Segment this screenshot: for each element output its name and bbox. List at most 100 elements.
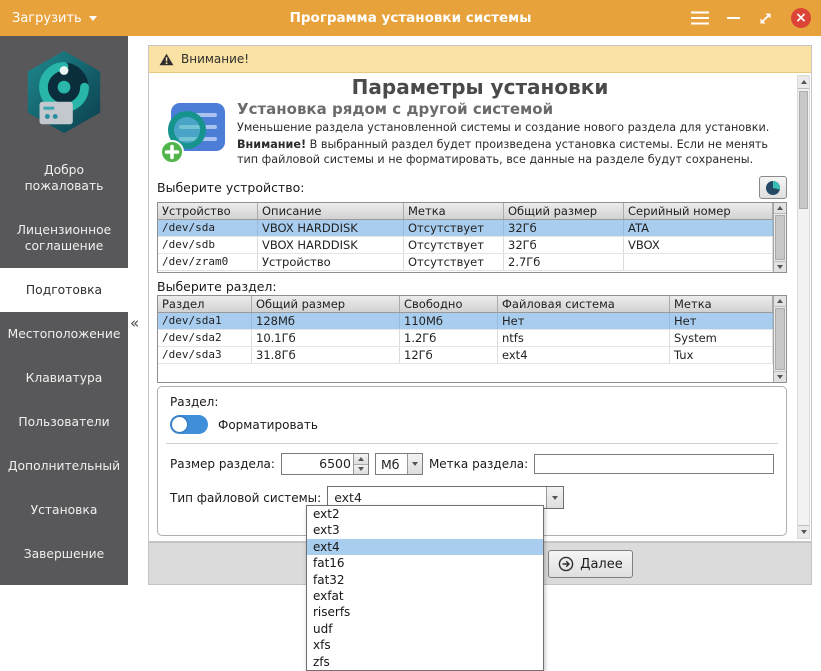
cell: /dev/zram0 (158, 254, 258, 270)
partition-select-label: Выберите раздел: (157, 279, 277, 294)
installer-window: Загрузить Программа установки системы × (0, 0, 821, 671)
cell: ext4 (498, 347, 670, 363)
sidebar-item-additional[interactable]: Дополнительный (0, 444, 128, 488)
cell (624, 254, 773, 270)
column-header-partition[interactable]: Раздел (158, 296, 252, 312)
scroll-down-icon[interactable] (798, 525, 809, 538)
warning-banner: Внимание! (149, 46, 811, 73)
size-spinner (353, 454, 368, 474)
sidebar-item-preparation[interactable]: Подготовка (0, 268, 128, 312)
fstype-label: Тип файловой системы: (170, 491, 321, 505)
partition-row-sda2[interactable]: /dev/sda2 10.1Гб 1.2Гб ntfs System (158, 330, 773, 347)
spin-up-icon[interactable] (354, 454, 368, 465)
cell: System (670, 330, 773, 346)
scrollbar-thumb[interactable] (775, 215, 785, 260)
fstype-option-fat32[interactable]: fat32 (307, 572, 543, 588)
chevron-down-icon (546, 487, 563, 508)
fstype-option-exfat[interactable]: exfat (307, 588, 543, 604)
close-button[interactable]: × (791, 8, 811, 28)
scroll-down-icon[interactable] (774, 261, 786, 272)
fstype-option-udf[interactable]: udf (307, 621, 543, 637)
column-header-size[interactable]: Общий размер (504, 203, 624, 219)
cell: VBOX HARDDISK (258, 220, 404, 236)
device-row-zram0[interactable]: /dev/zram0 Устройство Отсутствует 2.7Гб (158, 254, 773, 271)
size-unit-value: Мб (376, 457, 407, 472)
column-header-description[interactable]: Описание (258, 203, 404, 219)
fstype-option-zfs[interactable]: zfs (307, 654, 543, 670)
column-header-serial[interactable]: Серийный номер (624, 203, 773, 219)
sidebar-item-keyboard[interactable]: Клавиатура (0, 356, 128, 400)
cell: Нет (498, 313, 670, 329)
cell: Нет (670, 313, 773, 329)
sidebar-item-welcome[interactable]: Добро пожаловать (0, 148, 128, 208)
menu-icon[interactable] (691, 11, 709, 25)
sidebar-item-location[interactable]: Местоположение (0, 312, 128, 356)
hexagon-logo-icon (19, 48, 109, 138)
sidebar-item-license[interactable]: Лицензионное соглашение (0, 208, 128, 268)
column-header-label[interactable]: Метка (404, 203, 504, 219)
device-row-sdb[interactable]: /dev/sdb VBOX HARDDISK Отсутствует 32Гб … (158, 237, 773, 254)
format-toggle-label: Форматировать (218, 418, 318, 432)
expand-icon (758, 11, 773, 26)
sidebar-item-finish[interactable]: Завершение (0, 532, 128, 576)
spin-down-icon[interactable] (354, 465, 368, 475)
scrollbar-thumb[interactable] (775, 308, 785, 370)
partition-label-input[interactable] (534, 454, 774, 474)
cell: Отсутствует (404, 254, 504, 270)
device-row-sda[interactable]: /dev/sda VBOX HARDDISK Отсутствует 32Гб … (158, 220, 773, 237)
titlebar: Загрузить Программа установки системы × (0, 0, 821, 36)
next-button[interactable]: Далее (548, 550, 633, 578)
fstype-option-ext3[interactable]: ext3 (307, 522, 543, 538)
scroll-up-icon[interactable] (798, 76, 809, 89)
cell: Tux (670, 347, 773, 363)
pie-chart-icon (765, 180, 781, 196)
device-table-header: Устройство Описание Метка Общий размер С… (158, 203, 773, 220)
partition-size-input[interactable]: 6500 (281, 453, 369, 475)
sidebar-item-install[interactable]: Установка (0, 488, 128, 532)
scrollbar-thumb[interactable] (799, 91, 808, 209)
fstype-option-ext2[interactable]: ext2 (307, 506, 543, 522)
column-header-label[interactable]: Метка (670, 296, 773, 312)
minimize-button[interactable] (727, 17, 740, 20)
device-select-label: Выберите устройство: (157, 180, 305, 195)
sidebar-item-users[interactable]: Пользователи (0, 400, 128, 444)
column-header-filesystem[interactable]: Файловая система (498, 296, 670, 312)
size-unit-select[interactable]: Мб (375, 453, 423, 475)
cell: 32Гб (504, 220, 624, 236)
cell: VBOX (624, 237, 773, 253)
page-title: Параметры установки (149, 75, 811, 99)
cell: /dev/sda (158, 220, 258, 236)
close-icon: × (795, 11, 807, 25)
cell: ATA (624, 220, 773, 236)
load-menu-button[interactable]: Загрузить (12, 0, 97, 36)
warning-icon (159, 53, 174, 66)
scroll-down-icon[interactable] (774, 371, 786, 382)
sidebar-collapse-button[interactable]: « (130, 314, 139, 332)
device-table-scrollbar[interactable] (773, 203, 786, 272)
partition-row-sda1[interactable]: /dev/sda1 128Мб 110Мб Нет Нет (158, 313, 773, 330)
fstype-option-ext4[interactable]: ext4 (307, 539, 543, 555)
format-toggle[interactable] (170, 415, 208, 434)
column-header-device[interactable]: Устройство (158, 203, 258, 219)
cell: 1.2Гб (400, 330, 498, 346)
partition-label-label: Метка раздела: (429, 457, 528, 471)
content-scrollbar[interactable] (797, 75, 810, 539)
cell: 10.1Гб (252, 330, 400, 346)
divider (166, 443, 778, 444)
cell: /dev/sda2 (158, 330, 252, 346)
partition-table-scrollbar[interactable] (773, 296, 786, 382)
fstype-option-fat16[interactable]: fat16 (307, 555, 543, 571)
maximize-button[interactable] (758, 11, 773, 26)
column-header-free[interactable]: Свободно (400, 296, 498, 312)
partition-table: Раздел Общий размер Свободно Файловая си… (157, 295, 787, 383)
intro-block: Установка рядом с другой системой Уменьш… (157, 100, 789, 169)
partition-row-sda3[interactable]: /dev/sda3 31.8Гб 12Гб ext4 Tux (158, 347, 773, 364)
column-header-total-size[interactable]: Общий размер (252, 296, 400, 312)
fstype-option-riserfs[interactable]: riserfs (307, 604, 543, 620)
disk-usage-button[interactable] (759, 176, 787, 199)
fstype-dropdown: ext2 ext3 ext4 fat16 fat32 exfat riserfs… (306, 505, 544, 671)
partition-form-label: Раздел: (170, 395, 774, 409)
scroll-up-icon[interactable] (774, 203, 786, 214)
scroll-up-icon[interactable] (774, 296, 786, 307)
fstype-option-xfs[interactable]: xfs (307, 637, 543, 653)
